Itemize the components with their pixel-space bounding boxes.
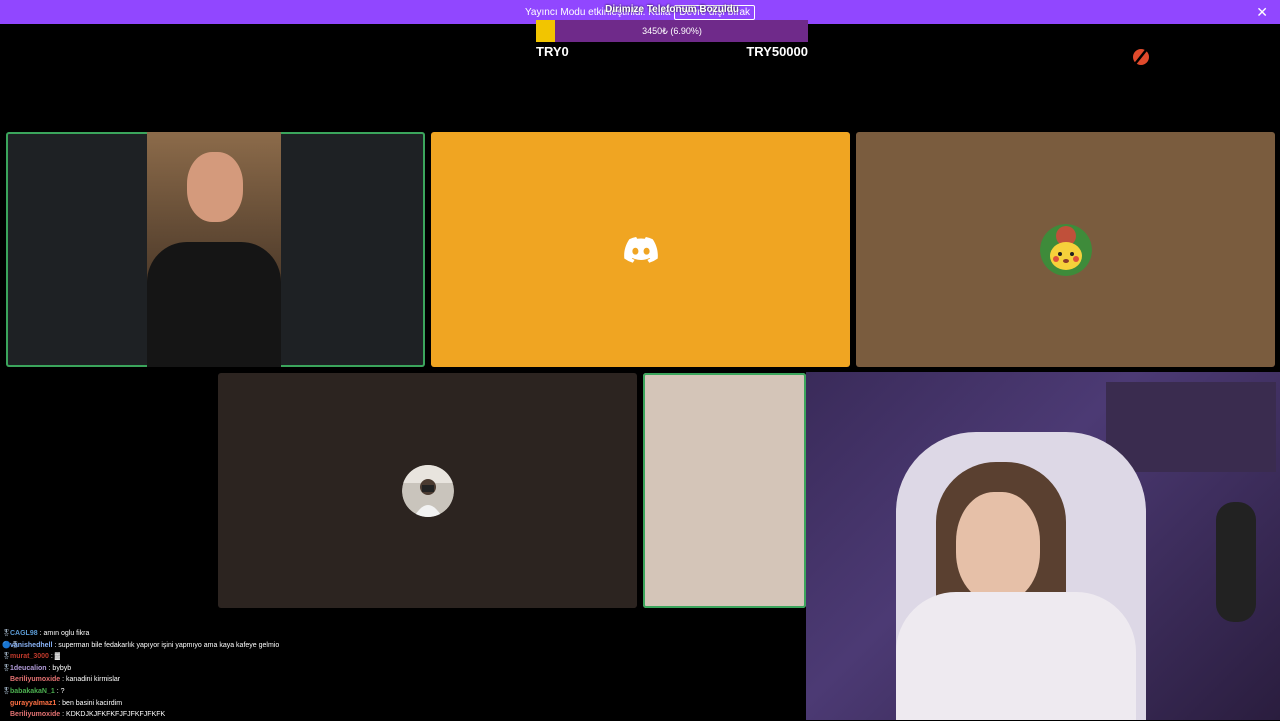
participant-video [147,132,281,367]
participant-tile-photo[interactable] [218,373,637,608]
chat-message: 🎖babakakaN_1 : ? [2,686,522,698]
chat-username[interactable]: CAGL98 [10,630,38,637]
chat-username[interactable]: murat_3000 [10,653,49,660]
streamer-hoodie [896,592,1136,720]
chat-badge-icon: 🎖 [2,630,11,637]
chat-overlay: 🎖CAGL98 : amın oglu fikra 🔵🎖vanishedhell … [2,628,522,721]
chat-message: 🎖murat_3000 : ▓ [2,651,522,663]
goal-min-label: TRY0 [536,44,569,59]
chat-badge-icon: 🎖 [2,664,11,672]
chat-username[interactable]: Beriliyumoxide [10,711,60,718]
participant-tile-discord[interactable] [431,132,850,367]
chat-message: Beriliyumoxide : KDKDJKJFKFKFJFJFKFJFKFK [2,709,522,721]
participant-tile-pikachu[interactable] [856,132,1275,367]
goal-max-label: TRY50000 [746,44,808,59]
microphone [1216,502,1256,622]
chat-username[interactable]: gurayyalmaz1 [10,700,56,707]
goal-progress-bar: 3450₺ (6.90%) [536,20,808,42]
chat-username[interactable]: 1deucalion [10,665,47,672]
chat-text: ▓ [54,653,60,661]
participant-tile-camera[interactable] [6,132,425,367]
chat-text: KDKDJKJFKFKFJFJFKFJFKFK [66,711,166,719]
close-icon[interactable]: ✕ [1256,4,1268,20]
photographer-avatar [401,464,454,517]
chat-message: Beriliyumoxide : kanadini kirmislar [2,674,522,686]
streamer-face [956,492,1040,602]
stream-logo-icon [1133,48,1149,65]
background-shelf [1106,382,1276,472]
chat-text: ben basini kacirdim [62,699,123,707]
chat-username[interactable]: vanishedhell [10,642,52,649]
chat-text: amın oglu fikra [43,630,90,637]
chat-text: kanadini kirmislar [66,676,121,684]
chat-username[interactable]: babakakaN_1 [10,688,55,695]
streamer-webcam [806,372,1280,720]
chat-text: bybyb [52,664,72,672]
goal-progress-text: 3450₺ (6.90%) [642,26,702,36]
discord-logo-icon [623,236,658,263]
participant-tile-beige[interactable] [643,373,806,608]
chat-username[interactable]: Beriliyumoxide [10,676,60,683]
pikachu-avatar [1039,223,1092,276]
chat-text: superman bile fedakarlık yapıyor işini y… [58,641,280,649]
chat-badge-icon: 🔵🎖 [2,641,20,649]
chat-badge-icon: 🎖 [2,653,11,661]
chat-message: gurayyalmaz1 : ben basini kacirdim [2,698,522,710]
chat-message: 🎖CAGL98 : amın oglu fikra [2,628,522,640]
goal-title: Dirimize Telefonum Bozuldu [605,4,739,15]
chat-message: 🔵🎖vanishedhell : superman bile fedakarlı… [2,640,522,652]
chat-message: 🎖1deucalion : bybyb [2,663,522,675]
person-shirt [147,242,281,367]
person-face [187,152,243,222]
chat-badge-icon: 🎖 [2,687,11,695]
chat-text: ? [60,687,65,695]
